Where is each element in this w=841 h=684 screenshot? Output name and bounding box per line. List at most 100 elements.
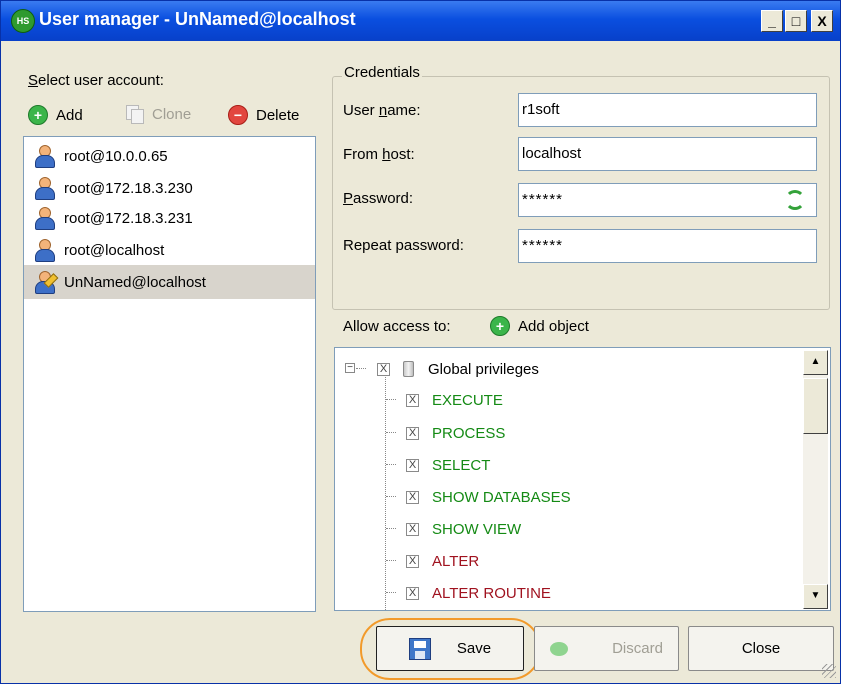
user-name: root@172.18.3.231 <box>64 209 193 227</box>
delete-user-label: Delete <box>256 106 300 124</box>
tree-node-privilege[interactable]: X PROCESS <box>335 420 505 446</box>
scroll-thumb[interactable] <box>803 378 828 434</box>
select-user-label-text: elect user account: <box>38 72 164 89</box>
database-icon <box>403 361 414 377</box>
save-highlight-annotation <box>360 618 541 680</box>
close-button[interactable]: Close <box>688 626 834 671</box>
list-item[interactable]: root@172.18.3.231 <box>24 201 315 235</box>
list-item[interactable]: root@localhost <box>24 233 315 267</box>
user-name: root@172.18.3.230 <box>64 179 193 197</box>
repeat-password-label: Repeat password: <box>343 237 464 254</box>
password-label: Password: <box>343 190 413 207</box>
tree-connector <box>386 592 396 593</box>
delete-icon: − <box>228 105 248 125</box>
tree-node-label: Global privileges <box>428 360 539 378</box>
tree-connector <box>386 399 396 400</box>
username-input[interactable]: r1soft <box>518 93 817 127</box>
user-edit-icon <box>34 271 59 294</box>
discard-label: Discard <box>612 640 663 657</box>
user-name: UnNamed@localhost <box>64 273 206 291</box>
privileges-tree[interactable]: − X Global privileges X EXECUTE X PROCES… <box>334 347 831 611</box>
from-host-label-accel: h <box>382 146 391 163</box>
scroll-up-button[interactable]: ▲ <box>803 350 828 375</box>
list-item[interactable]: root@10.0.0.65 <box>24 139 315 173</box>
add-object-icon: + <box>490 316 510 336</box>
privilege-label: SELECT <box>432 456 491 474</box>
close-window-button[interactable]: X <box>811 10 833 32</box>
add-user-button[interactable]: + Add <box>28 105 83 125</box>
user-icon <box>34 177 55 200</box>
tree-expander[interactable]: − <box>345 363 355 373</box>
list-item-selected[interactable]: UnNamed@localhost <box>24 265 315 299</box>
discard-button[interactable]: Discard <box>534 626 679 671</box>
user-icon <box>34 145 55 168</box>
maximize-button[interactable]: □ <box>785 10 807 32</box>
select-user-label-accel: S <box>28 72 39 89</box>
tree-connector <box>386 528 396 529</box>
window-title: User manager - UnNamed@localhost <box>39 9 356 29</box>
user-name: root@10.0.0.65 <box>64 147 168 165</box>
privilege-label: EXECUTE <box>432 391 503 409</box>
tree-connector <box>356 368 366 369</box>
privilege-checkbox[interactable]: X <box>406 458 419 472</box>
user-icon <box>34 207 55 230</box>
username-label-accel: n <box>378 102 388 119</box>
title-bar[interactable]: HS User manager - UnNamed@localhost _ □ … <box>1 1 840 41</box>
password-label-b: assword: <box>353 190 414 207</box>
privilege-label: ALTER <box>432 552 480 570</box>
discard-icon <box>550 641 569 656</box>
add-icon: + <box>28 105 48 125</box>
add-object-label: Add object <box>518 317 589 335</box>
username-label-b: ame: <box>387 102 421 119</box>
tree-connector <box>386 432 396 433</box>
password-label-accel: P <box>343 190 354 207</box>
resize-grip[interactable] <box>822 664 836 678</box>
tree-connector <box>386 464 396 465</box>
tree-node-privilege[interactable]: X SHOW DATABASES <box>335 484 571 510</box>
clone-user-label: Clone <box>152 105 192 123</box>
tree-node-privilege[interactable]: X EXECUTE <box>335 387 503 413</box>
scroll-down-button[interactable]: ▼ <box>803 584 828 609</box>
from-host-label: From host: <box>343 146 415 163</box>
add-user-label: Add <box>56 106 83 124</box>
user-account-list[interactable]: root@10.0.0.65 root@172.18.3.230 root@17… <box>23 136 316 612</box>
privilege-checkbox[interactable]: X <box>406 522 419 536</box>
tree-connector <box>386 560 396 561</box>
clone-icon <box>126 105 144 124</box>
generate-password-icon[interactable] <box>785 190 805 210</box>
tree-node-privilege[interactable]: X ALTER ROUTINE <box>335 580 551 606</box>
privilege-checkbox[interactable]: X <box>406 426 419 440</box>
tree-node-privilege[interactable]: X SHOW VIEW <box>335 516 521 542</box>
from-host-label-b: ost: <box>390 146 415 163</box>
tree-node-privilege[interactable]: X ALTER <box>335 548 479 574</box>
tree-node-privilege[interactable]: X SELECT <box>335 452 490 478</box>
user-name: root@localhost <box>64 241 165 259</box>
privilege-checkbox[interactable]: X <box>406 490 419 504</box>
repeat-password-input[interactable]: ****** <box>518 229 817 263</box>
privilege-checkbox[interactable]: X <box>406 586 419 600</box>
tree-scrollbar[interactable]: ▲ ▼ <box>803 350 828 609</box>
minimize-button[interactable]: _ <box>761 10 783 32</box>
privilege-checkbox[interactable]: X <box>377 362 390 376</box>
credentials-title: Credentials <box>342 64 422 81</box>
tree-node-global-privileges[interactable]: − X Global privileges <box>335 356 795 382</box>
tree-connector <box>386 496 396 497</box>
from-host-input[interactable]: localhost <box>518 137 817 171</box>
privilege-label: ALTER ROUTINE <box>432 584 551 602</box>
username-label: User name: <box>343 102 421 119</box>
select-user-label: Select user account: <box>28 72 164 89</box>
clone-user-button[interactable]: Clone <box>126 105 192 124</box>
close-label: Close <box>741 640 781 657</box>
privilege-label: SHOW DATABASES <box>432 488 571 506</box>
from-host-label-a: From <box>343 146 383 163</box>
delete-user-button[interactable]: − Delete <box>228 105 299 125</box>
privilege-checkbox[interactable]: X <box>406 393 419 407</box>
user-icon <box>34 239 55 262</box>
privilege-label: PROCESS <box>432 424 506 442</box>
list-item[interactable]: root@172.18.3.230 <box>24 171 315 205</box>
add-object-button[interactable]: + Add object <box>490 316 589 336</box>
password-input[interactable]: ****** <box>518 183 817 217</box>
privilege-checkbox[interactable]: X <box>406 554 419 568</box>
username-label-a: User <box>343 102 379 119</box>
allow-access-label: Allow access to: <box>343 318 451 335</box>
